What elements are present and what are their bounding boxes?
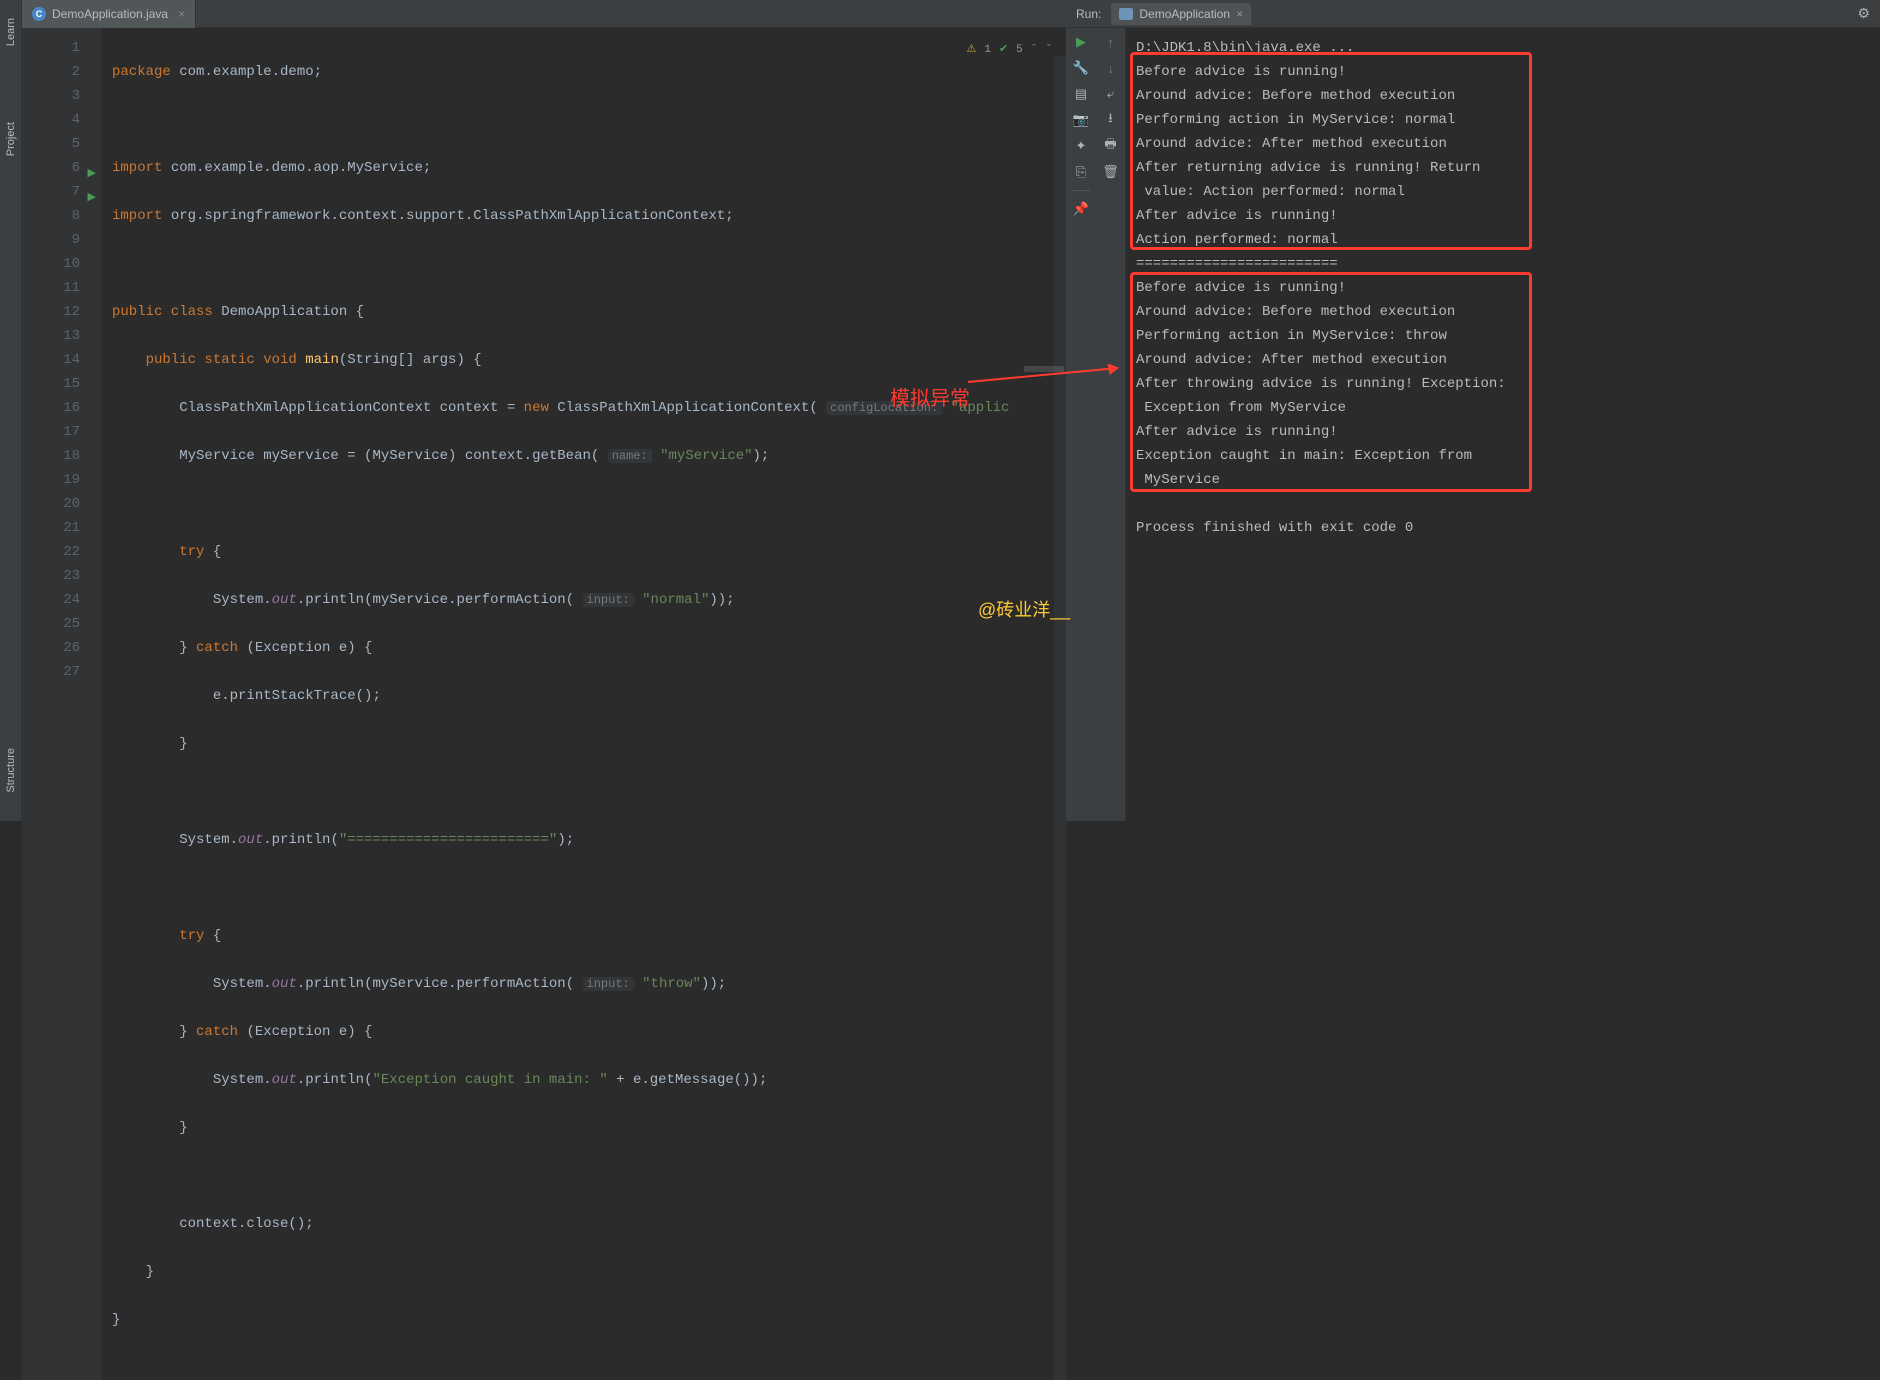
check-icon: ✔ xyxy=(999,38,1008,62)
warning-icon: ⚠ xyxy=(966,38,976,62)
close-icon[interactable]: × xyxy=(178,7,185,21)
sidebar-tab-learn[interactable]: Learn xyxy=(3,10,19,54)
sidebar-tab-project[interactable]: Project xyxy=(3,114,19,164)
run-toolbar-right: ↑ ↓ ⤶ ⭳ 🖶 🗑 xyxy=(1096,28,1126,821)
pin-icon[interactable]: 📌 xyxy=(1073,201,1089,217)
application-icon xyxy=(1119,8,1133,20)
up-arrow-icon[interactable]: ↑ xyxy=(1103,34,1119,50)
java-class-icon: C xyxy=(32,7,46,21)
layout-icon[interactable]: ▤ xyxy=(1073,86,1089,102)
rerun-icon[interactable]: ▶ xyxy=(1073,34,1089,50)
sidebar-tab-structure[interactable]: Structure xyxy=(3,740,19,801)
console-output[interactable]: D:\JDK1.8\bin\java.exe ...Before advice … xyxy=(1126,28,1880,821)
run-config-tab[interactable]: DemoApplication × xyxy=(1111,3,1251,25)
print-icon[interactable]: 🖶 xyxy=(1103,138,1119,154)
editor-body[interactable]: 1 2 3 4 5 6▶ 7▶ 8 9 10 11 12 13 14 15 16… xyxy=(22,28,1066,1380)
run-toolbar-left: ▶ 🔧 ▤ 📷 ✦ ⎘ 📌 xyxy=(1066,28,1096,821)
watermark-text: @砖业洋__ xyxy=(978,596,1070,622)
run-tool-window: Run: DemoApplication × ⚙ ▶ 🔧 ▤ 📷 ✦ ⎘ 📌 ↑… xyxy=(1066,0,1880,821)
gear-icon[interactable]: ⚙ xyxy=(1857,5,1870,22)
run-header: Run: DemoApplication × ⚙ xyxy=(1066,0,1880,28)
soft-wrap-icon[interactable]: ⤶ xyxy=(1103,86,1119,102)
code-text[interactable]: package com.example.demo; import com.exa… xyxy=(102,28,1066,1380)
exit-icon[interactable]: ⎘ xyxy=(1073,164,1089,180)
separator xyxy=(1072,190,1090,191)
inspections-widget[interactable]: ⚠1 ✔5 ˆ ˇ xyxy=(966,38,1052,62)
camera-icon[interactable]: 📷 xyxy=(1073,112,1089,128)
run-gutter-icon[interactable]: ▶ xyxy=(88,186,96,210)
wrench-icon[interactable]: 🔧 xyxy=(1073,60,1089,76)
down-arrow-icon[interactable]: ↓ xyxy=(1103,60,1119,76)
scroll-to-end-icon[interactable]: ⭳ xyxy=(1103,112,1119,128)
left-tool-strip: Learn Project Structure xyxy=(0,0,22,821)
editor-scrollbar[interactable] xyxy=(1054,56,1066,1380)
close-icon[interactable]: × xyxy=(1236,7,1243,21)
star-icon[interactable]: ✦ xyxy=(1073,138,1089,154)
file-tab-active[interactable]: C DemoApplication.java × xyxy=(22,0,196,28)
gutter: 1 2 3 4 5 6▶ 7▶ 8 9 10 11 12 13 14 15 16… xyxy=(22,28,102,1380)
chevron-up-icon[interactable]: ˆ xyxy=(1031,38,1038,62)
trash-icon[interactable]: 🗑 xyxy=(1103,164,1119,180)
annotation-simulate-exception: 模拟异常 xyxy=(890,382,970,411)
file-tab-label: DemoApplication.java xyxy=(52,7,168,21)
run-body: ▶ 🔧 ▤ 📷 ✦ ⎘ 📌 ↑ ↓ ⤶ ⭳ 🖶 🗑 D:\JDK1.8\bin\… xyxy=(1066,28,1880,821)
editor-tab-bar: C DemoApplication.java × xyxy=(22,0,1066,28)
run-label: Run: xyxy=(1076,7,1101,21)
run-gutter-icon[interactable]: ▶ xyxy=(88,162,96,186)
chevron-down-icon[interactable]: ˇ xyxy=(1045,38,1052,62)
annotation-arrow xyxy=(968,364,1128,388)
